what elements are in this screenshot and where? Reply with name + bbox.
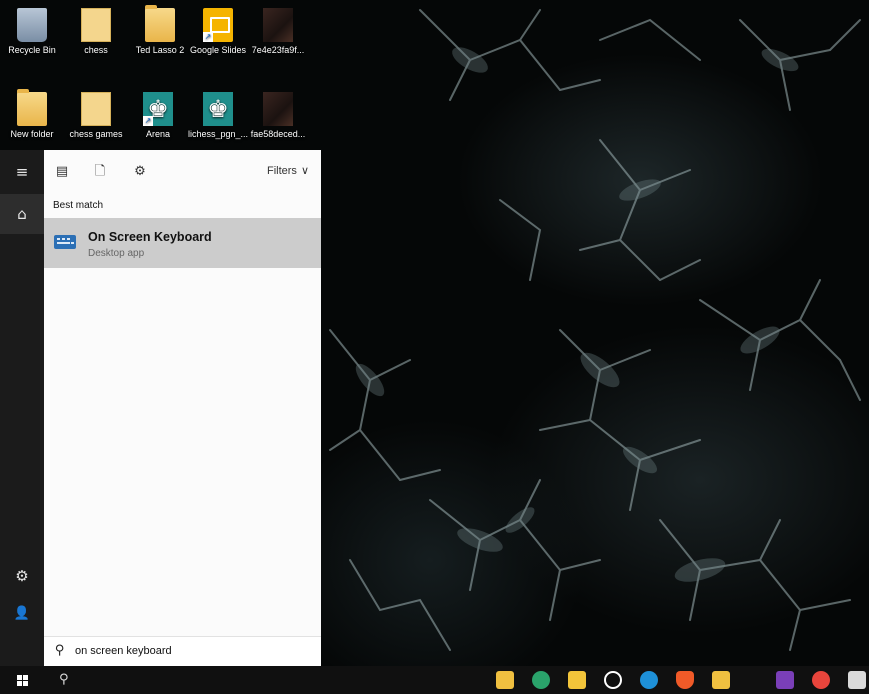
desktop-icon-label: New folder [10, 129, 54, 139]
best-match-result[interactable]: On Screen Keyboard Desktop app [44, 218, 321, 268]
chess-app-icon [143, 92, 173, 126]
start-rail: ≡ ⌂ ⚙ 👤 [0, 150, 44, 666]
best-match-heading: Best match [53, 200, 104, 211]
taskbar-search-icon[interactable]: ⚲ [44, 666, 84, 694]
user-icon[interactable]: 👤 [0, 594, 44, 634]
folder-icon [17, 89, 47, 126]
search-input[interactable]: ⚲ on screen keyboard [44, 636, 321, 666]
document-icon [81, 8, 111, 42]
search-query-text: on screen keyboard [75, 645, 172, 657]
chrome-icon[interactable] [812, 671, 830, 689]
desktop-icon-image-file-1[interactable]: 7e4e23fa9f... [246, 8, 310, 56]
search-results-panel: ▤ 🗋 ⚙ Filters ∨ Best match On Screen Keyb… [44, 150, 321, 666]
documents-filter-icon[interactable]: 🗋 [90, 162, 110, 182]
result-subtitle: Desktop app [88, 248, 145, 259]
google-slides-icon [203, 8, 233, 42]
desktop-icon-label: Arena [145, 129, 171, 139]
chess-app-icon [203, 92, 233, 126]
desktop-icon-ted-lasso-2[interactable]: Ted Lasso 2 [128, 5, 192, 56]
desktop-icon-label: Google Slides [189, 45, 247, 55]
folder-icon [145, 5, 175, 42]
desktop-icon-lichess-pgn[interactable]: lichess_pgn_... [186, 92, 250, 140]
file-explorer-icon[interactable] [496, 671, 514, 689]
start-button[interactable] [0, 666, 44, 694]
taskbar: ⚲ [0, 666, 869, 694]
desktop-icon-label: Ted Lasso 2 [135, 45, 185, 55]
desktop-icon-chess-games[interactable]: chess games [64, 92, 128, 140]
desktop-icon-label: lichess_pgn_... [187, 129, 249, 139]
windows-logo-icon [17, 675, 28, 686]
desktop-icon-arena[interactable]: Arena [126, 92, 190, 140]
word-icon[interactable] [848, 671, 866, 689]
desktop-icon-label: chess games [69, 129, 123, 139]
result-title: On Screen Keyboard [88, 230, 212, 244]
image-file-icon [263, 8, 293, 42]
search-icon: ⚲ [55, 643, 65, 658]
keyboard-app-icon [54, 235, 76, 249]
search-toolbar: ▤ 🗋 ⚙ Filters ∨ [44, 150, 321, 194]
desktop-icon-label: Recycle Bin [8, 45, 56, 55]
hamburger-menu-icon[interactable]: ≡ [0, 152, 44, 192]
folder-taskbar-icon[interactable] [712, 671, 730, 689]
settings-icon[interactable]: ⚙ [0, 556, 44, 596]
filters-button[interactable]: Filters ∨ [267, 164, 309, 177]
filters-label: Filters [266, 165, 297, 177]
image-file-icon [263, 92, 293, 126]
edge-icon[interactable] [640, 671, 658, 689]
settings-filter-icon[interactable]: ⚙ [130, 162, 150, 182]
brave-icon[interactable] [676, 671, 694, 689]
desktop-icon-recycle-bin[interactable]: Recycle Bin [0, 8, 64, 56]
onenote-icon[interactable] [776, 671, 794, 689]
desktop-icon-label: fae58deced... [250, 129, 306, 139]
desktop-icon-label: 7e4e23fa9f... [251, 45, 305, 55]
media-player-icon[interactable] [604, 671, 622, 689]
chevron-down-icon: ∨ [300, 164, 309, 177]
recycle-bin-icon [17, 8, 47, 42]
mail-icon[interactable] [568, 671, 586, 689]
chess-taskbar-icon[interactable] [532, 671, 550, 689]
apps-filter-icon[interactable]: ▤ [52, 162, 72, 182]
document-icon [81, 92, 111, 126]
desktop-icon-image-file-2[interactable]: fae58deced... [246, 92, 310, 140]
desktop-icon-new-folder[interactable]: New folder [0, 89, 64, 140]
desktop-icon-google-slides[interactable]: Google Slides [186, 8, 250, 56]
desktop-icon-label: chess [84, 45, 108, 55]
desktop-icon-chess[interactable]: chess [64, 8, 128, 56]
home-icon[interactable]: ⌂ [0, 194, 44, 234]
